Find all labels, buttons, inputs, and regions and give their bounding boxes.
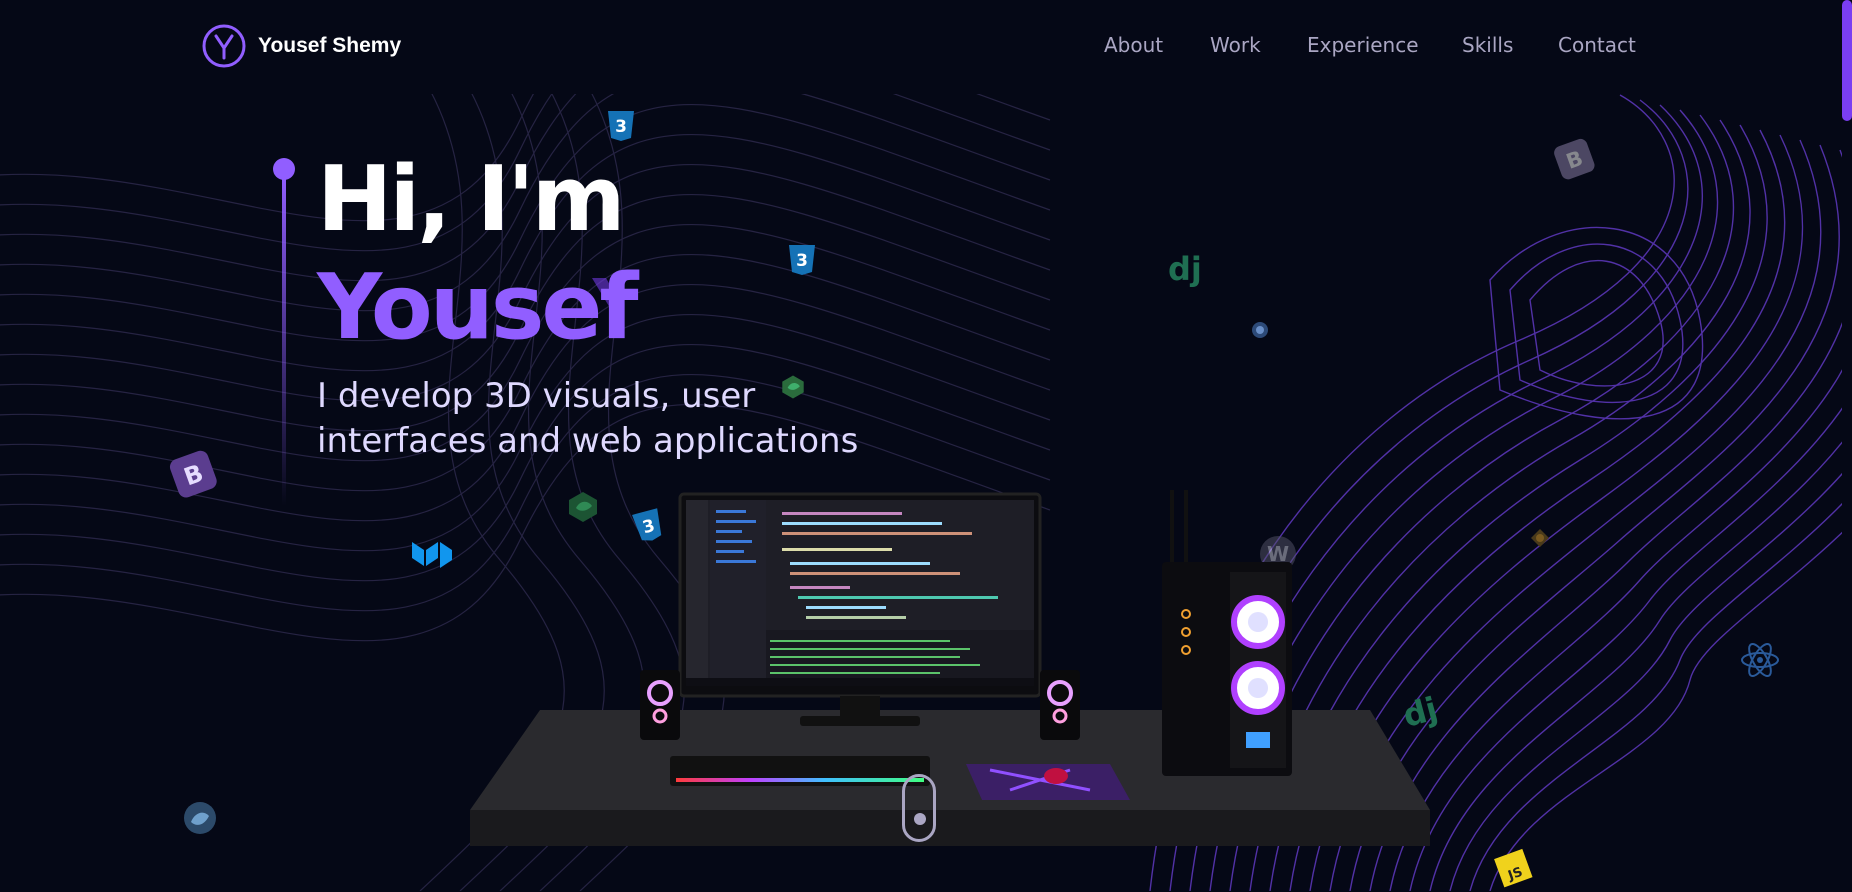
svg-text:dj: dj — [1168, 252, 1202, 288]
nav-link-about[interactable]: About — [1104, 33, 1163, 57]
nav-link-work[interactable]: Work — [1210, 33, 1261, 57]
threejs-icon — [182, 800, 218, 840]
svg-text:3: 3 — [615, 117, 627, 137]
hero-greeting: Hi, I'm — [317, 147, 626, 252]
svg-text:3: 3 — [796, 251, 808, 271]
hero-subtitle-line-2: interfaces and web applications — [317, 421, 859, 461]
page-scrollbar[interactable] — [1842, 0, 1852, 891]
css3-icon: 3 — [606, 110, 636, 146]
logo-icon — [202, 24, 246, 68]
react-icon — [1740, 640, 1780, 684]
hero-accent-line — [282, 176, 286, 506]
hero-name: Yousef — [317, 255, 639, 360]
figma-icon — [1530, 528, 1550, 552]
hero-subtitle-line-1: I develop 3D visuals, user — [317, 376, 756, 416]
hero-subtitle: I develop 3D visuals, user interfaces an… — [317, 374, 937, 464]
scroll-indicator-dot — [914, 813, 926, 825]
scroll-down-indicator[interactable] — [902, 774, 936, 842]
brand-logo-link[interactable]: Yousef Shemy — [202, 24, 401, 68]
nav-link-skills[interactable]: Skills — [1462, 33, 1513, 57]
hero-heading: Hi, I'm Yousef — [317, 146, 639, 362]
computer-desk-illustration — [470, 490, 1430, 846]
navbar: Yousef Shemy About Work Experience Skill… — [0, 0, 1852, 94]
django-icon: dj — [1166, 250, 1212, 292]
nav-link-contact[interactable]: Contact — [1558, 33, 1636, 57]
nav-link-experience[interactable]: Experience — [1307, 33, 1419, 57]
redux-icon — [1250, 320, 1270, 344]
css3-icon: 3 — [787, 244, 817, 280]
brand-name: Yousef Shemy — [258, 34, 402, 57]
scrollbar-thumb[interactable] — [1842, 0, 1852, 121]
mui-icon — [410, 536, 454, 578]
